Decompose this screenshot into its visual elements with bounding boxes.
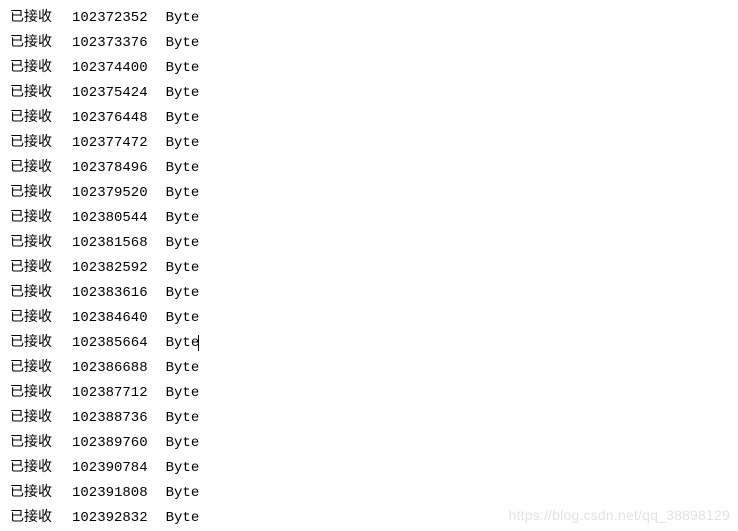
log-unit: Byte: [166, 106, 200, 131]
log-bytes-value: 102387712: [72, 381, 148, 406]
log-prefix: 已接收: [10, 181, 52, 206]
log-prefix: 已接收: [10, 131, 52, 156]
log-unit: Byte: [166, 181, 200, 206]
log-line: 已接收 102373376 Byte: [10, 31, 738, 56]
log-unit: Byte: [166, 231, 200, 256]
log-line: 已接收 102392832 Byte: [10, 506, 738, 531]
log-prefix: 已接收: [10, 81, 52, 106]
log-unit: Byte: [166, 356, 200, 381]
log-line: 已接收 102389760 Byte: [10, 431, 738, 456]
log-line: 已接收 102388736 Byte: [10, 406, 738, 431]
log-line: 已接收 102380544 Byte: [10, 206, 738, 231]
log-bytes-value: 102374400: [72, 56, 148, 81]
log-prefix: 已接收: [10, 406, 52, 431]
log-bytes-value: 102386688: [72, 356, 148, 381]
log-bytes-value: 102388736: [72, 406, 148, 431]
log-line: 已接收 102372352 Byte: [10, 6, 738, 31]
log-prefix: 已接收: [10, 56, 52, 81]
log-prefix: 已接收: [10, 156, 52, 181]
text-cursor: [198, 335, 199, 351]
log-prefix: 已接收: [10, 6, 52, 31]
log-prefix: 已接收: [10, 506, 52, 531]
log-bytes-value: 102377472: [72, 131, 148, 156]
log-bytes-value: 102382592: [72, 256, 148, 281]
log-line: 已接收 102391808 Byte: [10, 481, 738, 506]
log-prefix: 已接收: [10, 356, 52, 381]
log-line: 已接收 102377472 Byte: [10, 131, 738, 156]
log-line: 已接收 102387712 Byte: [10, 381, 738, 406]
log-bytes-value: 102389760: [72, 431, 148, 456]
log-unit: Byte: [166, 506, 200, 531]
log-bytes-value: 102384640: [72, 306, 148, 331]
log-unit: Byte: [166, 381, 200, 406]
log-unit: Byte: [166, 206, 200, 231]
log-unit: Byte: [166, 6, 200, 31]
log-bytes-value: 102390784: [72, 456, 148, 481]
log-unit: Byte: [166, 131, 200, 156]
log-prefix: 已接收: [10, 206, 52, 231]
log-bytes-value: 102372352: [72, 6, 148, 31]
log-line: 已接收 102376448 Byte: [10, 106, 738, 131]
log-bytes-value: 102379520: [72, 181, 148, 206]
log-unit: Byte: [166, 156, 200, 181]
log-line: 已接收 102375424 Byte: [10, 81, 738, 106]
log-line: 已接收 102386688 Byte: [10, 356, 738, 381]
log-bytes-value: 102373376: [72, 31, 148, 56]
console-log-output: 已接收 102372352 Byte 已接收 102373376 Byte 已接收 10237…: [10, 6, 738, 531]
log-prefix: 已接收: [10, 456, 52, 481]
log-bytes-value: 102391808: [72, 481, 148, 506]
log-unit: Byte: [166, 256, 200, 281]
log-prefix: 已接收: [10, 381, 52, 406]
log-line: 已接收 102385664 Byte: [10, 331, 738, 356]
log-bytes-value: 102383616: [72, 281, 148, 306]
log-unit: Byte: [166, 56, 200, 81]
log-unit: Byte: [166, 81, 200, 106]
log-unit: Byte: [166, 481, 200, 506]
log-unit: Byte: [166, 406, 200, 431]
log-prefix: 已接收: [10, 306, 52, 331]
log-bytes-value: 102376448: [72, 106, 148, 131]
log-line: 已接收 102381568 Byte: [10, 231, 738, 256]
log-bytes-value: 102380544: [72, 206, 148, 231]
log-line: 已接收 102379520 Byte: [10, 181, 738, 206]
log-bytes-value: 102375424: [72, 81, 148, 106]
log-line: 已接收 102374400 Byte: [10, 56, 738, 81]
log-prefix: 已接收: [10, 31, 52, 56]
log-prefix: 已接收: [10, 281, 52, 306]
log-line: 已接收 102384640 Byte: [10, 306, 738, 331]
log-bytes-value: 102392832: [72, 506, 148, 531]
log-prefix: 已接收: [10, 106, 52, 131]
log-prefix: 已接收: [10, 331, 52, 356]
log-bytes-value: 102385664: [72, 331, 148, 356]
log-line: 已接收 102383616 Byte: [10, 281, 738, 306]
log-prefix: 已接收: [10, 481, 52, 506]
log-bytes-value: 102378496: [72, 156, 148, 181]
log-line: 已接收 102390784 Byte: [10, 456, 738, 481]
log-prefix: 已接收: [10, 431, 52, 456]
log-bytes-value: 102381568: [72, 231, 148, 256]
log-unit: Byte: [166, 281, 200, 306]
log-prefix: 已接收: [10, 231, 52, 256]
log-unit: Byte: [166, 331, 200, 356]
log-prefix: 已接收: [10, 256, 52, 281]
log-unit: Byte: [166, 31, 200, 56]
log-line: 已接收 102378496 Byte: [10, 156, 738, 181]
log-unit: Byte: [166, 306, 200, 331]
log-line: 已接收 102382592 Byte: [10, 256, 738, 281]
log-unit: Byte: [166, 456, 200, 481]
log-unit: Byte: [166, 431, 200, 456]
